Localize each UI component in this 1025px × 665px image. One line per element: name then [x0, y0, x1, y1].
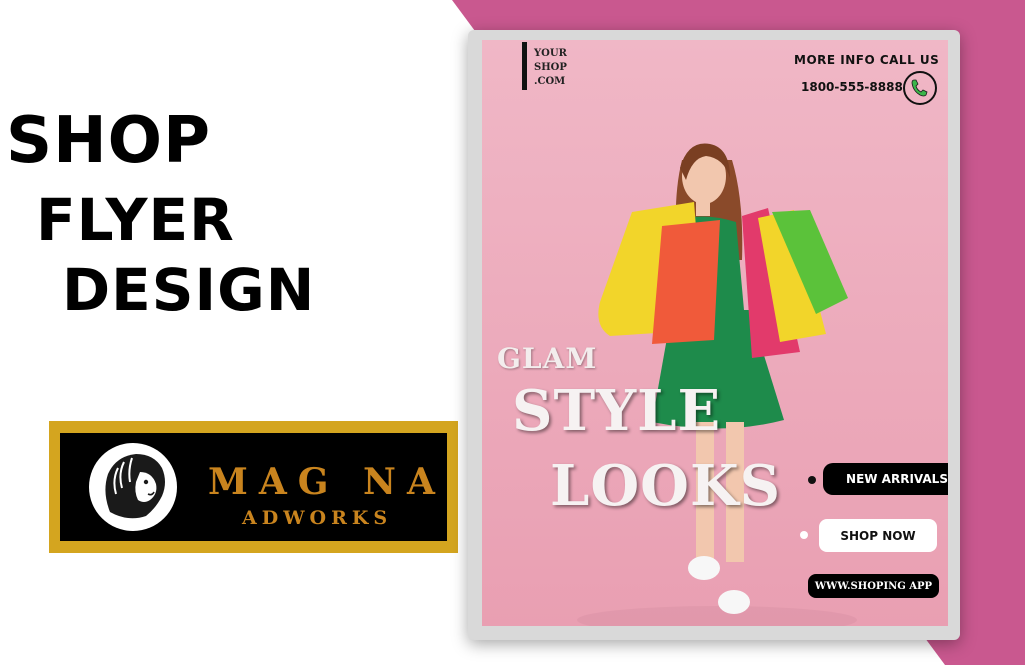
brand-logo: MAG NA ADWORKS [49, 421, 458, 553]
bullet-dot [808, 476, 816, 484]
headline-flyer: FLYER [36, 186, 235, 254]
headline-shop: SHOP [6, 104, 211, 178]
lion-head-icon [89, 443, 177, 531]
brand-name: MAG NA [208, 461, 446, 503]
flyer-card: YOUR SHOP .COM MORE INFO CALL US 1800-55… [482, 40, 948, 626]
shop-now-button[interactable]: SHOP NOW [819, 519, 937, 552]
brand-tagline: ADWORKS [242, 507, 393, 529]
bullet-dot [800, 531, 808, 539]
shop-url-line: .COM [534, 76, 566, 87]
shop-url-bar [522, 42, 527, 90]
new-arrivals-button[interactable]: NEW ARRIVALS [823, 463, 948, 495]
headline-glam: GLAM [497, 342, 598, 375]
headline-looks: LOOKS [550, 453, 782, 519]
phone-icon[interactable] [903, 71, 937, 105]
brand-logo-panel: MAG NA ADWORKS [60, 433, 447, 541]
phone-number[interactable]: 1800-555-8888 [801, 80, 903, 94]
more-info-label: MORE INFO CALL US [794, 53, 940, 67]
headline-style: STYLE [512, 378, 722, 444]
website-button[interactable]: WWW.SHOPING APP [808, 574, 939, 598]
shop-url-line: SHOP [534, 62, 567, 73]
headline-design: DESIGN [62, 256, 316, 324]
shop-url: YOUR SHOP .COM [534, 47, 567, 89]
shop-url-line: YOUR [534, 48, 567, 59]
